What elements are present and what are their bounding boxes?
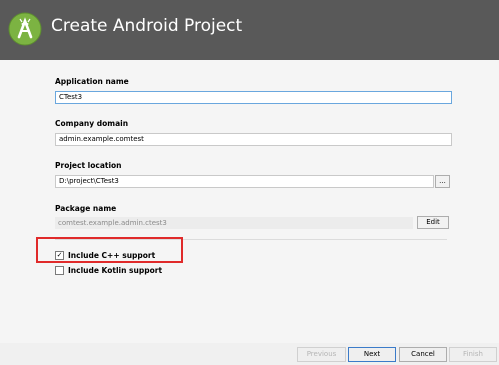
package-name-value: comtest.example.admin.ctest3: [55, 217, 413, 229]
browse-button[interactable]: ...: [435, 175, 450, 188]
edit-package-button[interactable]: Edit: [417, 216, 449, 229]
application-name-field[interactable]: CTest3: [55, 91, 452, 104]
android-studio-logo-icon: [8, 12, 42, 46]
application-name-label: Application name: [55, 77, 129, 86]
include-kotlin-support-checkbox[interactable]: Include Kotlin support: [55, 266, 162, 275]
wizard-header: Create Android Project: [0, 0, 499, 60]
company-domain-field[interactable]: admin.example.comtest: [55, 133, 452, 146]
cancel-button[interactable]: Cancel: [399, 347, 447, 362]
package-name-label: Package name: [55, 204, 117, 213]
page-title: Create Android Project: [51, 16, 243, 36]
project-location-label: Project location: [55, 161, 122, 170]
next-button[interactable]: Next: [348, 347, 396, 362]
include-kotlin-support-label: Include Kotlin support: [68, 266, 163, 275]
highlight-annotation: [36, 237, 183, 263]
company-domain-label: Company domain: [55, 119, 129, 128]
finish-button[interactable]: Finish: [449, 347, 497, 362]
project-location-field[interactable]: D:\project\CTest3: [55, 175, 434, 188]
checkbox-unchecked-icon[interactable]: [55, 266, 64, 275]
previous-button[interactable]: Previous: [297, 347, 346, 362]
